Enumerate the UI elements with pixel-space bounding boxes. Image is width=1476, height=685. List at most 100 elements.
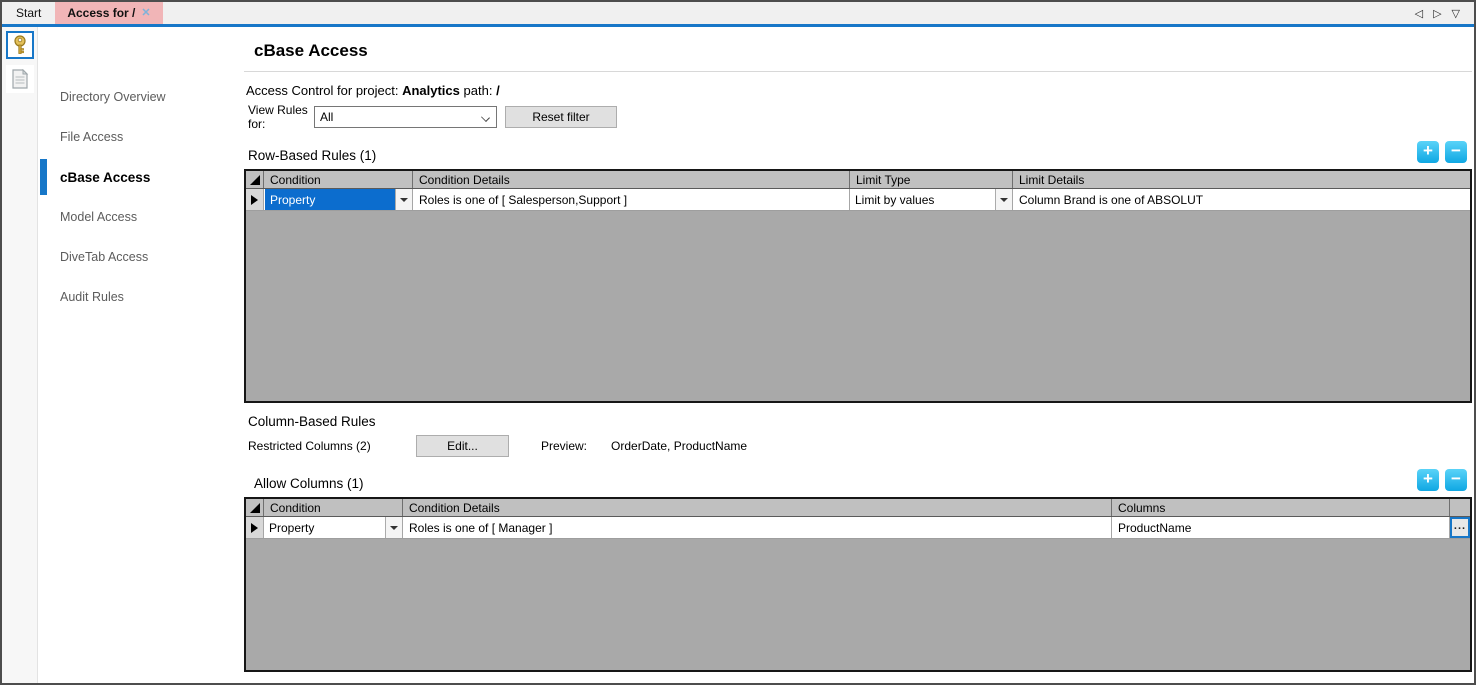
add-row-rule-button[interactable]: + [1417,141,1439,163]
sidebar-item-label: Model Access [60,210,137,224]
nav-back-icon[interactable]: ◁ [1415,7,1423,20]
edit-button-label: Edit... [447,439,478,453]
edit-restricted-columns-button[interactable]: Edit... [416,435,509,457]
row-rules-toolbar: + − [1417,141,1472,163]
corner-triangle-icon [250,175,260,185]
allow-columns-grid-header: Condition Condition Details Columns [246,499,1470,517]
allow-columns-title: Allow Columns (1) [254,476,364,491]
sidebar-item-label: cBase Access [60,170,150,185]
sidebar-item-file-access[interactable]: File Access [38,117,240,157]
limit-type-value: Limit by values [850,189,995,210]
allow-columns-toolbar: + − [1417,469,1472,491]
col-header-condition-details[interactable]: Condition Details [413,171,850,188]
path-label: path: [464,83,493,98]
preview-label: Preview: [541,439,587,453]
dropdown-arrow-icon [1000,198,1008,202]
path-value: / [496,83,500,98]
view-rules-value: All [320,110,333,124]
main-panel: cBase Access Access Control for project:… [240,27,1474,683]
columns-cell: ProductName [1112,517,1450,538]
row-indicator[interactable] [246,517,264,538]
sidebar-item-directory-overview[interactable]: Directory Overview [38,77,240,117]
allow-columns-grid: Condition Condition Details Columns Prop… [244,497,1472,672]
tab-list-icon[interactable]: ▽ [1452,7,1460,20]
col-header-condition[interactable]: Condition [264,171,413,188]
select-all-corner[interactable] [246,171,264,188]
tab-access-label: Access for / [67,6,135,20]
row-rules-grid-header: Condition Condition Details Limit Type L… [246,171,1470,189]
col-header-limit-details[interactable]: Limit Details [1013,171,1470,188]
tab-start-label: Start [16,6,41,20]
col-header-columns[interactable]: Columns [1112,499,1450,516]
col-header-more [1450,499,1470,516]
title-divider [244,71,1472,72]
select-all-corner[interactable] [246,499,264,516]
access-control-line: Access Control for project: Analytics pa… [246,83,1472,98]
allow-columns-grid-empty-area [246,539,1470,670]
condition-combo-cell[interactable]: Property [264,189,413,210]
preview-value: OrderDate, ProductName [611,439,747,453]
row-rule-row: Property Roles is one of [ Salesperson,S… [246,189,1470,211]
sidebar-item-cbase-access[interactable]: cBase Access [38,157,240,197]
column-rules-title: Column-Based Rules [248,414,1472,429]
tabstrip-spacer [163,2,1415,24]
col-header-condition[interactable]: Condition [264,499,403,516]
filter-row: View Rules for: All Reset filter [248,106,1472,128]
app-window: Start Access for / ✕ ◁ ▷ ▽ [0,0,1476,685]
document-tool-button[interactable] [6,65,34,93]
sidebar-nav: Directory Overview File Access cBase Acc… [38,27,240,683]
sidebar-item-divetab-access[interactable]: DiveTab Access [38,237,240,277]
row-rules-grid: Condition Condition Details Limit Type L… [244,169,1472,403]
col-header-limit-type[interactable]: Limit Type [850,171,1013,188]
restricted-columns-row: Restricted Columns (2) Edit... Preview: … [248,435,1472,457]
columns-more-cell: ... [1450,517,1470,538]
row-rules-title: Row-Based Rules (1) [248,148,376,163]
restricted-columns-label: Restricted Columns (2) [248,439,416,453]
dropdown-arrow-icon [390,526,398,530]
document-icon [11,69,29,89]
tab-access-for[interactable]: Access for / ✕ [55,2,162,24]
remove-allow-column-button[interactable]: − [1445,469,1467,491]
add-allow-column-button[interactable]: + [1417,469,1439,491]
close-icon[interactable]: ✕ [141,8,150,19]
col-header-condition-details[interactable]: Condition Details [403,499,1112,516]
limit-type-dropdown-button[interactable] [995,189,1012,210]
condition-dropdown-button[interactable] [395,189,412,210]
sidebar-item-model-access[interactable]: Model Access [38,197,240,237]
condition-dropdown-button[interactable] [385,517,402,538]
condition-value: Property [265,189,395,210]
sidebar-item-label: DiveTab Access [60,250,148,264]
reset-filter-button[interactable]: Reset filter [505,106,617,128]
corner-triangle-icon [250,503,260,513]
tab-start[interactable]: Start [2,2,55,24]
sidebar-item-label: File Access [60,130,123,144]
dropdown-arrow-icon [400,198,408,202]
limit-details-cell: Column Brand is one of ABSOLUT [1013,189,1470,210]
allow-columns-header-row: Allow Columns (1) + − [254,469,1472,491]
nav-forward-icon[interactable]: ▷ [1433,7,1441,20]
row-rules-header-row: Row-Based Rules (1) + − [248,141,1472,163]
allow-column-row: Property Roles is one of [ Manager ] Pro… [246,517,1470,539]
row-indicator-icon [251,195,258,205]
access-key-button[interactable] [6,31,34,59]
edit-columns-more-button[interactable]: ... [1450,517,1470,538]
condition-combo-cell[interactable]: Property [264,517,403,538]
chevron-down-icon [481,113,490,122]
tab-strip: Start Access for / ✕ ◁ ▷ ▽ [2,2,1474,24]
reset-filter-label: Reset filter [532,110,589,124]
condition-value: Property [264,517,385,538]
view-rules-label: View Rules for: [248,103,314,131]
sidebar-item-label: Directory Overview [60,90,166,104]
condition-details-cell: Roles is one of [ Salesperson,Support ] [413,189,850,210]
limit-type-combo-cell[interactable]: Limit by values [850,189,1013,210]
page-title: cBase Access [254,41,1472,61]
access-prefix: Access Control for project: [246,83,398,98]
remove-row-rule-button[interactable]: − [1445,141,1467,163]
view-rules-select[interactable]: All [314,106,497,128]
row-indicator[interactable] [246,189,264,210]
key-icon [10,35,30,55]
sidebar-item-audit-rules[interactable]: Audit Rules [38,277,240,317]
row-rules-grid-empty-area [246,211,1470,401]
condition-details-cell: Roles is one of [ Manager ] [403,517,1112,538]
project-name: Analytics [402,83,460,98]
